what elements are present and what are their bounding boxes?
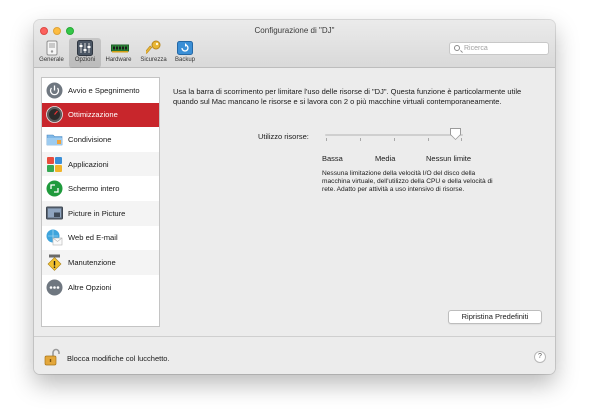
sidebar-item-fullscreen[interactable]: Schermo intero [42, 176, 159, 201]
general-icon [44, 40, 60, 56]
slider-thumb-fill [451, 129, 460, 139]
scale-label-high: Nessun limite [426, 154, 472, 163]
sidebar: Avvio e Spegnimento Ottimizzazione Condi… [41, 77, 160, 327]
options-icon [77, 40, 93, 56]
slider-tick [360, 138, 361, 141]
slider-tick [394, 138, 395, 141]
help-button[interactable]: ? [534, 351, 546, 363]
toolbar: Generale Opzioni Hardware Sicurezza Back… [34, 38, 199, 68]
restore-defaults-button[interactable]: Ripristina Predefiniti [448, 310, 542, 324]
search-input[interactable]: Ricerca [449, 42, 549, 55]
sidebar-item-web-email[interactable]: Web ed E-mail [42, 226, 159, 251]
folder-icon [46, 131, 63, 148]
toolbar-general[interactable]: Generale [34, 38, 69, 68]
toolbar-backup[interactable]: Backup [171, 38, 199, 68]
sidebar-item-optimization[interactable]: Ottimizzazione [42, 102, 159, 128]
more-icon [46, 279, 63, 296]
search-icon [454, 45, 460, 51]
optimization-description: Usa la barra di scorrimento per limitare… [173, 87, 522, 106]
sidebar-item-other-options[interactable]: Altre Opzioni [42, 275, 159, 300]
apps-icon [46, 156, 63, 173]
web-email-icon [46, 229, 63, 246]
backup-icon [177, 40, 193, 56]
hardware-icon [110, 40, 129, 56]
sidebar-item-maintenance[interactable]: Manutenzione [42, 250, 159, 275]
picture-in-picture-icon [46, 205, 63, 222]
toolbar-hardware[interactable]: Hardware [101, 38, 136, 68]
slider-tick [461, 138, 462, 141]
sidebar-item-applications[interactable]: Applicazioni [42, 151, 159, 177]
fullscreen-icon [46, 180, 63, 197]
bottom-bar: Blocca modifiche col lucchetto. ? [34, 336, 555, 374]
slider-tick [326, 138, 327, 141]
power-icon [46, 82, 63, 99]
slider-tick [428, 138, 429, 141]
title-bar: Configurazione di "DJ" Generale Opzioni … [34, 20, 555, 68]
resource-usage-note: Nessuna limitazione della velocità I/O d… [322, 170, 493, 193]
configuration-window: Configurazione di "DJ" Generale Opzioni … [34, 20, 555, 374]
maintenance-icon [46, 254, 63, 271]
resource-usage-slider[interactable] [325, 134, 463, 136]
toolbar-security[interactable]: Sicurezza [136, 38, 171, 68]
key-icon [144, 40, 162, 56]
resource-usage-label: Utilizzo risorse: [258, 132, 309, 141]
speedometer-icon [46, 106, 63, 124]
scale-label-mid: Media [375, 154, 396, 163]
sidebar-item-sharing[interactable]: Condivisione [42, 127, 159, 152]
sidebar-item-startup-shutdown[interactable]: Avvio e Spegnimento [42, 78, 159, 103]
scale-label-low: Bassa [322, 154, 343, 163]
window-title: Configurazione di "DJ" [254, 26, 335, 35]
lock-icon[interactable] [43, 348, 61, 366]
sidebar-item-picture-in-picture[interactable]: Picture in Picture [42, 200, 159, 226]
lock-label: Blocca modifiche col lucchetto. [67, 354, 170, 363]
toolbar-options[interactable]: Opzioni [69, 38, 101, 68]
